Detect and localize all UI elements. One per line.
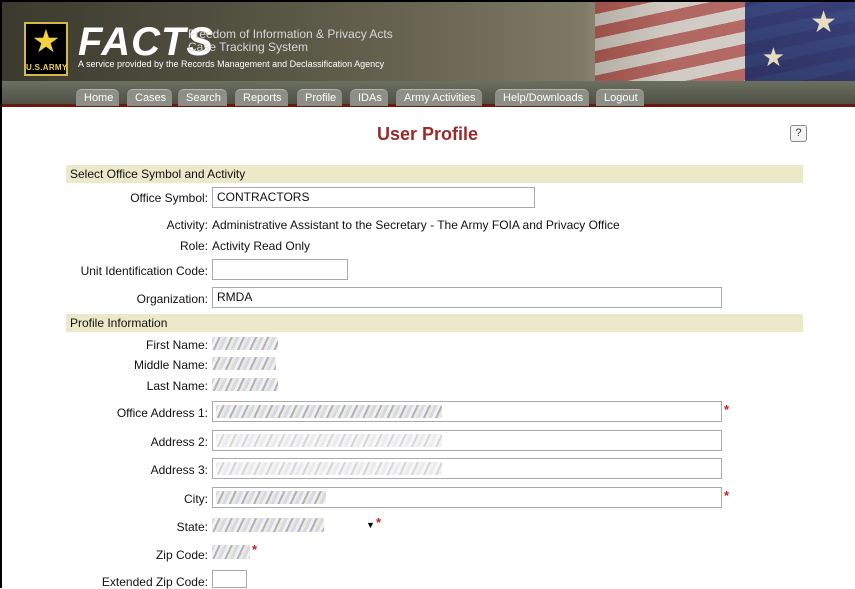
role-value: Activity Read Only	[212, 239, 311, 253]
address2-redacted	[216, 434, 442, 447]
app-tagline: A service provided by the Records Manage…	[78, 59, 385, 69]
uic-input[interactable]	[212, 259, 348, 280]
address2-label: Address 2:	[150, 435, 208, 449]
star-icon: ★	[761, 42, 785, 72]
nav-tab-reports[interactable]: Reports	[235, 89, 288, 106]
star-icon: ★	[810, 6, 837, 39]
office-symbol-label: Office Symbol:	[130, 191, 208, 205]
city-label: City:	[184, 492, 208, 506]
organization-label: Organization:	[136, 292, 208, 306]
required-indicator: *	[376, 515, 382, 530]
army-logo-text: U.S.ARMY	[26, 63, 68, 72]
required-indicator: *	[724, 402, 730, 417]
nav-tab-army-activities[interactable]: Army Activities	[396, 89, 482, 106]
extended-zip-input[interactable]	[212, 570, 247, 588]
state-select-redacted[interactable]	[212, 518, 324, 532]
middle-name-label: Middle Name:	[133, 358, 208, 372]
uic-label: Unit Identification Code:	[80, 264, 208, 278]
last-name-redacted	[212, 378, 278, 391]
role-label: Role:	[179, 239, 208, 253]
nav-tab-profile[interactable]: Profile	[297, 89, 343, 106]
nav-tab-cases[interactable]: Cases	[127, 89, 173, 106]
last-name-label: Last Name:	[146, 379, 208, 393]
state-label: State:	[176, 520, 208, 534]
army-star-icon: ★	[31, 23, 61, 59]
header-banner: ★ ★ ★ U.S.ARMY FACTS Freedom of Informat…	[2, 2, 855, 81]
chevron-down-icon[interactable]: ▼	[366, 520, 375, 530]
first-name-redacted	[212, 337, 278, 350]
activity-value: Administrative Assistant to the Secretar…	[212, 218, 620, 232]
nav-tab-logout[interactable]: Logout	[596, 89, 644, 106]
address3-label: Address 3:	[150, 463, 208, 477]
extended-zip-label: Extended Zip Code:	[101, 575, 208, 589]
nav-tab-home[interactable]: Home	[76, 89, 120, 106]
nav-tab-idas[interactable]: IDAs	[350, 89, 388, 106]
address3-redacted	[216, 462, 442, 475]
nav-tab-search[interactable]: Search	[178, 89, 227, 106]
page-title: User Profile	[376, 124, 479, 144]
nav-tab-help-downloads[interactable]: Help/Downloads	[495, 89, 590, 106]
office-symbol-field[interactable]: CONTRACTORS	[212, 187, 535, 208]
middle-name-redacted	[212, 357, 276, 370]
office-address1-label: Office Address 1:	[116, 406, 208, 420]
section-header-profile: Profile Information	[66, 314, 803, 332]
required-indicator: *	[724, 488, 730, 503]
app-subtitle-line2: Case Tracking System	[188, 40, 309, 54]
section-header-office: Select Office Symbol and Activity	[66, 165, 803, 183]
organization-input[interactable]: RMDA	[212, 287, 722, 308]
zip-code-label: Zip Code:	[155, 548, 208, 562]
activity-label: Activity:	[166, 218, 208, 232]
required-indicator: *	[252, 542, 258, 557]
first-name-label: First Name:	[145, 338, 208, 352]
office-address1-redacted	[216, 405, 442, 418]
army-logo[interactable]: ★ U.S.ARMY	[24, 22, 68, 76]
main-nav: Home Cases Search Reports Profile IDAs A…	[2, 81, 855, 107]
zip-code-redacted[interactable]	[212, 545, 250, 559]
help-button[interactable]: ?	[790, 125, 807, 142]
city-redacted	[216, 491, 326, 504]
